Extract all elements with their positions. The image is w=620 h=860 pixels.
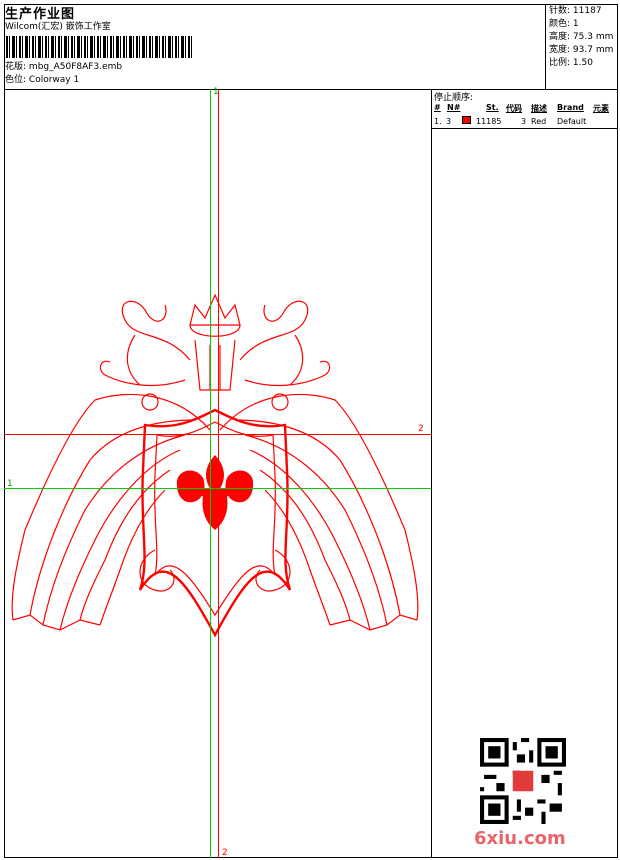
column-index: # xyxy=(434,103,441,112)
stop-sequence-divider xyxy=(431,128,618,129)
row-stitches: 11185 xyxy=(476,117,502,126)
stat-value: 1 xyxy=(572,19,579,29)
design-file: 花版: mbg_A50F8AF3.emb xyxy=(5,62,122,73)
stat-label: 高度: xyxy=(549,32,571,42)
row-code: 3 xyxy=(521,117,527,126)
row-index: 1. xyxy=(434,117,442,126)
stats-panel: 针数: 11187 颜色: 1 高度: 75.3 mm 宽度: 93.7 mm … xyxy=(545,4,618,90)
guide-vertical-red xyxy=(218,89,219,858)
row-needle: 3 xyxy=(446,117,452,126)
column-needle: N# xyxy=(447,103,461,112)
column-element: 元素 xyxy=(593,104,609,113)
stat-value: 75.3 mm xyxy=(572,32,614,42)
watermark: 6xiu.com xyxy=(474,828,566,849)
barcode xyxy=(6,36,192,58)
stat-stitches: 针数: 11187 xyxy=(549,6,602,17)
qr-code-image xyxy=(480,738,566,824)
stat-label: 比例: xyxy=(549,58,571,68)
stat-label: 宽度: xyxy=(549,45,571,55)
column-stitches: St. xyxy=(486,103,499,112)
guide-label-v-top: 1 xyxy=(213,87,219,97)
stat-scale: 比例: 1.50 xyxy=(549,58,593,69)
colorway-label: 色位: xyxy=(5,75,27,85)
stat-value: 1.50 xyxy=(572,58,593,68)
colorway-value: Colorway 1 xyxy=(28,75,80,85)
guide-horizontal-green xyxy=(4,488,432,489)
stat-value: 11187 xyxy=(572,6,602,16)
row-brand: Default xyxy=(557,117,587,126)
stat-width: 宽度: 93.7 mm xyxy=(549,45,613,56)
stat-height: 高度: 75.3 mm xyxy=(549,32,613,43)
column-description: 描述 xyxy=(531,104,547,113)
guide-label-h-right: 2 xyxy=(418,424,424,434)
guide-label-h-left: 1 xyxy=(7,479,13,489)
stop-sequence-title: 停止顺序: xyxy=(434,93,474,103)
stat-colors: 颜色: 1 xyxy=(549,19,579,30)
color-swatch xyxy=(462,116,471,124)
page-title: 生产作业图 xyxy=(5,7,76,22)
guide-label-v-bottom: 2 xyxy=(222,848,228,858)
maker-label: Wilcom(汇宏) 嵌饰工作室 xyxy=(5,22,111,32)
stat-label: 针数: xyxy=(549,6,571,16)
guide-vertical-green xyxy=(210,89,211,858)
column-code: 代码 xyxy=(506,104,522,113)
colorway: 色位: Colorway 1 xyxy=(5,75,79,86)
stat-value: 93.7 mm xyxy=(572,45,614,55)
stat-label: 颜色: xyxy=(549,19,571,29)
column-brand: Brand xyxy=(557,103,584,112)
design-value: mbg_A50F8AF3.emb xyxy=(28,62,123,72)
design-label: 花版: xyxy=(5,62,27,72)
row-description: Red xyxy=(531,117,547,126)
guide-horizontal-red xyxy=(4,434,432,435)
